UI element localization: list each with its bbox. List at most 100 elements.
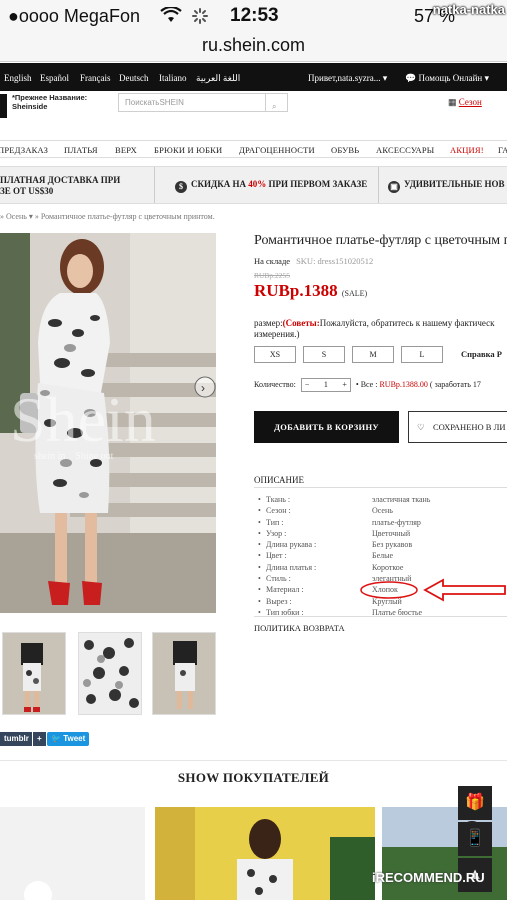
url-text[interactable]: ru.shein.com — [0, 35, 507, 56]
minus-icon[interactable]: − — [305, 379, 310, 391]
size-option-m[interactable]: M — [352, 346, 394, 363]
customer-photo[interactable] — [155, 807, 375, 900]
promo-new-text: УДИВИТЕЛЬНЫЕ НОВ — [404, 179, 505, 189]
mobile-app-icon[interactable]: 📱 — [458, 822, 492, 856]
annotation-overlay — [360, 578, 506, 602]
description-row: • Цвет : Белые — [258, 551, 394, 561]
promo-discount[interactable]: $ СКИДКА НА 40% ПРИ ПЕРВОМ ЗАКАЗЕ — [175, 179, 367, 193]
loading-spinner-icon — [192, 8, 208, 29]
nav-sale[interactable]: АКЦИЯ! — [450, 145, 484, 155]
nav-tops[interactable]: ВЕРХ — [115, 145, 137, 155]
earn-points: ( заработать 17 — [429, 379, 481, 389]
qty-value[interactable]: 1 — [324, 380, 328, 389]
watermark-irecommend: iRECOMMEND.RU — [372, 870, 485, 885]
description-value: Без рукавов — [372, 540, 413, 550]
add-to-cart-button[interactable]: ДОБАВИТЬ В КОРЗИНУ — [254, 411, 399, 443]
description-heading[interactable]: ОПИСАНИЕ — [254, 475, 304, 485]
dollar-icon: $ — [175, 181, 187, 193]
nav-jewelry[interactable]: ДРАГОЦЕННОСТИ — [239, 145, 315, 155]
promo-divider — [378, 167, 379, 203]
customer-photo[interactable] — [0, 807, 145, 900]
tumblr-button[interactable]: tumblr — [0, 732, 33, 746]
description-value: Осень — [372, 506, 393, 516]
promo-banner: ПЛАТНАЯ ДОСТАВКА ПРИ ЗЕ ОТ US$30 $ СКИДКА… — [0, 166, 507, 204]
tweet-label: Tweet — [63, 734, 86, 743]
description-value: Короткое — [372, 562, 404, 572]
nav-accessories[interactable]: АКСЕССУАРЫ — [376, 145, 434, 155]
promo-shipping-line1: ПЛАТНАЯ ДОСТАВКА ПРИ — [0, 175, 121, 185]
nav-shoes[interactable]: ОБУВЬ — [331, 145, 359, 155]
lang-spanish[interactable]: Español — [40, 73, 69, 83]
size-option-xs[interactable]: XS — [254, 346, 296, 363]
lang-italian[interactable]: Italiano — [159, 73, 187, 83]
sku-label: SKU: dress151020512 — [296, 256, 374, 266]
nav-dresses[interactable]: ПЛАТЬЯ — [64, 145, 98, 155]
site-header: *Прежнее Название: Sheinside ПоискатьSHE… — [0, 91, 507, 133]
description-row: • Ткань : эластичная ткань — [258, 495, 431, 504]
description-value: эластичная ткань — [372, 495, 431, 504]
promo-discount-post: ПРИ ПЕРВОМ ЗАКАЗЕ — [266, 179, 368, 189]
account-greeting[interactable]: Привет,nata.syzra... ▾ — [308, 73, 387, 84]
saved-label: СОХРАНЕНО В ЛИ — [433, 422, 506, 432]
breadcrumb[interactable]: » Осень ▾ » Романтичное платье-футляр с … — [0, 212, 215, 221]
clock: 12:53 — [230, 5, 279, 26]
thumbnail[interactable] — [78, 632, 142, 715]
plus-icon[interactable]: + — [342, 379, 347, 391]
description-key: Сезон : — [266, 506, 291, 516]
lang-arabic[interactable]: اللغة العربية — [196, 73, 240, 84]
promo-new-arrivals[interactable]: ▣ УДИВИТЕЛЬНЫЕ НОВ — [388, 179, 505, 193]
size-info: размер:(Советы:Пожалуйста, обратитесь к … — [254, 318, 507, 340]
search-icon: ⌕ — [272, 102, 277, 111]
return-policy-heading[interactable]: ПОЛИТИКА ВОЗВРАТА — [254, 623, 345, 633]
description-row: • Сезон : Осень — [258, 506, 393, 516]
description-key: Длина рукава : — [266, 540, 317, 550]
shein-logo[interactable] — [0, 94, 7, 118]
description-key: Узор : — [266, 528, 287, 538]
description-row: • Вырез : Круглый — [258, 596, 402, 606]
wifi-icon — [160, 5, 182, 28]
watermark-slogan: shein in Shine out — [34, 451, 114, 462]
size-label: размер: — [254, 318, 283, 328]
address-bar[interactable]: ru.shein.com — [0, 32, 507, 62]
nav-gallery[interactable]: ГАЛ — [498, 145, 507, 155]
search-input[interactable]: ПоискатьSHEIN — [125, 98, 184, 107]
lang-german[interactable]: Deutsch — [119, 73, 149, 83]
thumbnail[interactable] — [152, 632, 216, 715]
thumbnail[interactable] — [2, 632, 66, 715]
lang-english[interactable]: English — [4, 73, 32, 83]
search-button[interactable]: ⌕ — [265, 94, 287, 111]
season-label[interactable]: Сезон — [459, 97, 482, 107]
lang-french[interactable]: Français — [80, 73, 111, 83]
search-box[interactable]: ПоискатьSHEIN ⌕ — [118, 93, 288, 112]
description-row: • Узор : Цветочный — [258, 528, 411, 538]
size-option-l[interactable]: L — [401, 346, 443, 363]
size-guide-link[interactable]: Справка Р — [461, 349, 502, 359]
product-main-image[interactable]: › Shein shein in Shine out — [0, 233, 216, 613]
gift-icon[interactable]: 🎁 — [458, 786, 492, 820]
promo-free-shipping[interactable]: ПЛАТНАЯ ДОСТАВКА ПРИ ЗЕ ОТ US$30 — [0, 175, 120, 197]
description-key: Ткань : — [266, 495, 291, 504]
description-row: • Длина платья : Короткое — [258, 562, 404, 572]
dot-icon: • — [355, 379, 359, 389]
description-key: Цвет : — [266, 551, 287, 561]
save-to-wishlist-button[interactable]: ♡ СОХРАНЕНО В ЛИ — [408, 411, 507, 443]
next-image-button[interactable] — [192, 375, 216, 399]
tweet-button[interactable]: 🐦 Tweet — [47, 732, 90, 746]
promo-discount-pct: 40% — [248, 179, 267, 189]
twitter-icon: 🐦 — [51, 734, 61, 743]
price-value: RUBp.1388 — [254, 281, 338, 300]
size-option-s[interactable]: S — [303, 346, 345, 363]
quantity-stepper[interactable]: − 1 + — [300, 378, 351, 392]
total-value: RUBp.1388.00 — [379, 379, 428, 389]
online-help-link[interactable]: 💬 Помощь Онлайн ▾ — [405, 73, 489, 84]
nav-preorder[interactable]: ПРЕДЗАКАЗ — [0, 145, 48, 155]
season-selector[interactable]: ▦ Сезон — [448, 97, 482, 108]
quantity-row: Количество: − 1 + • Все : RUBp.1388.00 ( з… — [254, 378, 481, 392]
watermark-shein: Shein — [10, 384, 156, 455]
promo-divider — [154, 167, 155, 203]
nav-pants-skirts[interactable]: БРЮКИ И ЮБКИ — [154, 145, 222, 155]
total-label: Все : — [360, 379, 378, 389]
description-row: • Длина рукава : Без рукавов — [258, 540, 413, 550]
promo-shipping-line2: ЗЕ ОТ US$30 — [0, 186, 54, 196]
tumblr-plus-button[interactable]: + — [32, 732, 46, 746]
